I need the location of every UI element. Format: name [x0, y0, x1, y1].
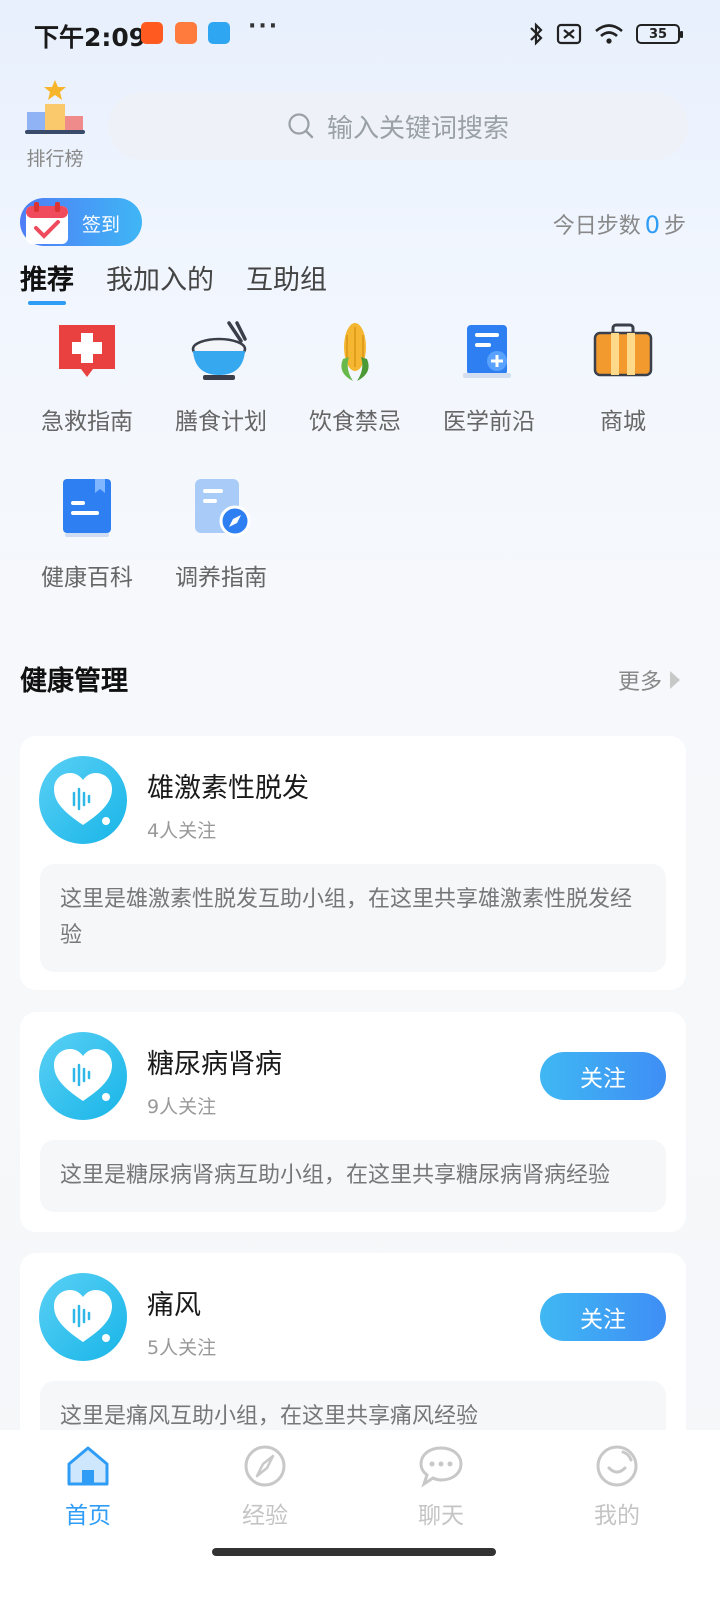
- tab-label: 我加入的: [106, 265, 214, 296]
- taobao-app-icon: [141, 22, 163, 44]
- grid-item-medical-frontier[interactable]: 医学前沿: [422, 316, 556, 436]
- follow-button[interactable]: 关注: [540, 1052, 666, 1100]
- tab-mutual-aid[interactable]: 互助组: [246, 258, 327, 297]
- status-bar: 下午2:09 ··· 35: [0, 0, 720, 64]
- trophy-podium-icon: [25, 80, 85, 134]
- grid-item-mall[interactable]: 商城: [556, 316, 690, 436]
- suitcase-icon: [588, 316, 658, 386]
- grid-item-first-aid[interactable]: 急救指南: [20, 316, 154, 436]
- follow-button[interactable]: 关注: [540, 1293, 666, 1341]
- nav-label: 首页: [65, 1503, 111, 1529]
- grid-label: 膳食计划: [175, 409, 267, 435]
- feature-grid: 急救指南 膳食计划 饮食禁忌 医学前沿 商城 健康百科 调养指南: [20, 316, 690, 592]
- grid-label: 急救指南: [41, 409, 133, 435]
- compass-document-icon: [186, 472, 256, 542]
- group-name: 雄激素性脱发: [147, 773, 309, 804]
- grid-item-diet-plan[interactable]: 膳食计划: [154, 316, 288, 436]
- group-card[interactable]: 糖尿病肾病 9人关注 关注 这里是糖尿病肾病互助小组，在这里共享糖尿病肾病经验: [20, 1012, 686, 1232]
- rank-button[interactable]: 排行榜: [20, 78, 90, 171]
- battery-icon: 35: [636, 24, 683, 44]
- search-icon: [288, 113, 314, 139]
- group-avatar: [39, 756, 127, 844]
- more-label: 更多: [617, 670, 662, 695]
- signin-label: 签到: [82, 214, 121, 236]
- signin-button[interactable]: 签到: [20, 198, 142, 246]
- grid-label: 健康百科: [41, 565, 133, 591]
- nav-experience[interactable]: 经验: [205, 1444, 325, 1530]
- chat-app-icon: [208, 22, 230, 44]
- steps-suffix: 步: [663, 214, 686, 239]
- group-name: 糖尿病肾病: [147, 1049, 282, 1080]
- calendar-check-icon: [26, 202, 68, 244]
- first-aid-icon: [52, 316, 122, 386]
- today-steps: 今日步数 0 步: [553, 208, 686, 240]
- nav-label: 经验: [242, 1503, 288, 1529]
- book-icon: [52, 472, 122, 542]
- status-time: 下午2:09: [34, 23, 147, 52]
- chat-bubble-icon: [419, 1446, 463, 1488]
- tab-active-indicator: [28, 301, 66, 305]
- search-placeholder: 输入关键词搜索: [326, 113, 509, 144]
- grid-label: 饮食禁忌: [309, 409, 401, 435]
- heart-voice-icon: [54, 773, 112, 825]
- tab-bar: 推荐 我加入的 互助组: [20, 258, 327, 305]
- tab-joined[interactable]: 我加入的: [106, 258, 214, 297]
- medical-document-icon: [454, 316, 524, 386]
- home-icon: [67, 1446, 109, 1486]
- wifi-icon: [595, 24, 623, 44]
- group-description: 这里是雄激素性脱发互助小组，在这里共享雄激素性脱发经验: [40, 864, 666, 972]
- smile-icon: [596, 1445, 638, 1487]
- tab-label: 推荐: [20, 265, 74, 296]
- group-description: 这里是糖尿病肾病互助小组，在这里共享糖尿病肾病经验: [40, 1140, 666, 1212]
- group-card[interactable]: 雄激素性脱发 4人关注 这里是雄激素性脱发互助小组，在这里共享雄激素性脱发经验: [20, 736, 686, 990]
- grid-item-recuperation-guide[interactable]: 调养指南: [154, 472, 288, 592]
- more-notifications-icon: ···: [248, 14, 280, 39]
- more-link[interactable]: 更多: [618, 664, 682, 696]
- nav-chat[interactable]: 聊天: [381, 1444, 501, 1530]
- rice-bowl-icon: [186, 316, 256, 386]
- group-avatar: [39, 1032, 127, 1120]
- shop-app-icon: [175, 22, 197, 44]
- group-name: 痛风: [147, 1290, 201, 1321]
- nav-label: 聊天: [418, 1503, 464, 1529]
- nav-mine[interactable]: 我的: [557, 1444, 677, 1530]
- bottom-nav: 首页 经验 聊天 我的: [0, 1430, 720, 1600]
- group-follower-count: 5人关注: [147, 1337, 217, 1359]
- section-title: 健康管理: [20, 666, 128, 697]
- compass-icon: [244, 1445, 286, 1487]
- group-avatar: [39, 1273, 127, 1361]
- grid-label: 调养指南: [175, 565, 267, 591]
- rank-label: 排行榜: [26, 148, 84, 170]
- steps-value: 0: [644, 211, 660, 239]
- chevron-right-icon: [670, 671, 680, 689]
- search-input[interactable]: 输入关键词搜索: [108, 92, 688, 160]
- heart-voice-icon: [54, 1290, 112, 1342]
- group-follower-count: 9人关注: [147, 1096, 217, 1118]
- grid-item-diet-taboo[interactable]: 饮食禁忌: [288, 316, 422, 436]
- bluetooth-icon: [530, 22, 543, 46]
- heart-voice-icon: [54, 1049, 112, 1101]
- grid-label: 商城: [600, 409, 646, 435]
- tab-label: 互助组: [246, 265, 327, 296]
- corn-icon: [320, 316, 390, 386]
- home-indicator[interactable]: [212, 1548, 496, 1556]
- group-follower-count: 4人关注: [147, 820, 217, 842]
- grid-label: 医学前沿: [443, 409, 535, 435]
- tab-recommend[interactable]: 推荐: [20, 258, 74, 305]
- nav-home[interactable]: 首页: [28, 1444, 148, 1530]
- steps-prefix: 今日步数: [552, 214, 641, 239]
- sim-off-icon: [556, 23, 582, 45]
- grid-item-health-wiki[interactable]: 健康百科: [20, 472, 154, 592]
- nav-label: 我的: [594, 1503, 640, 1529]
